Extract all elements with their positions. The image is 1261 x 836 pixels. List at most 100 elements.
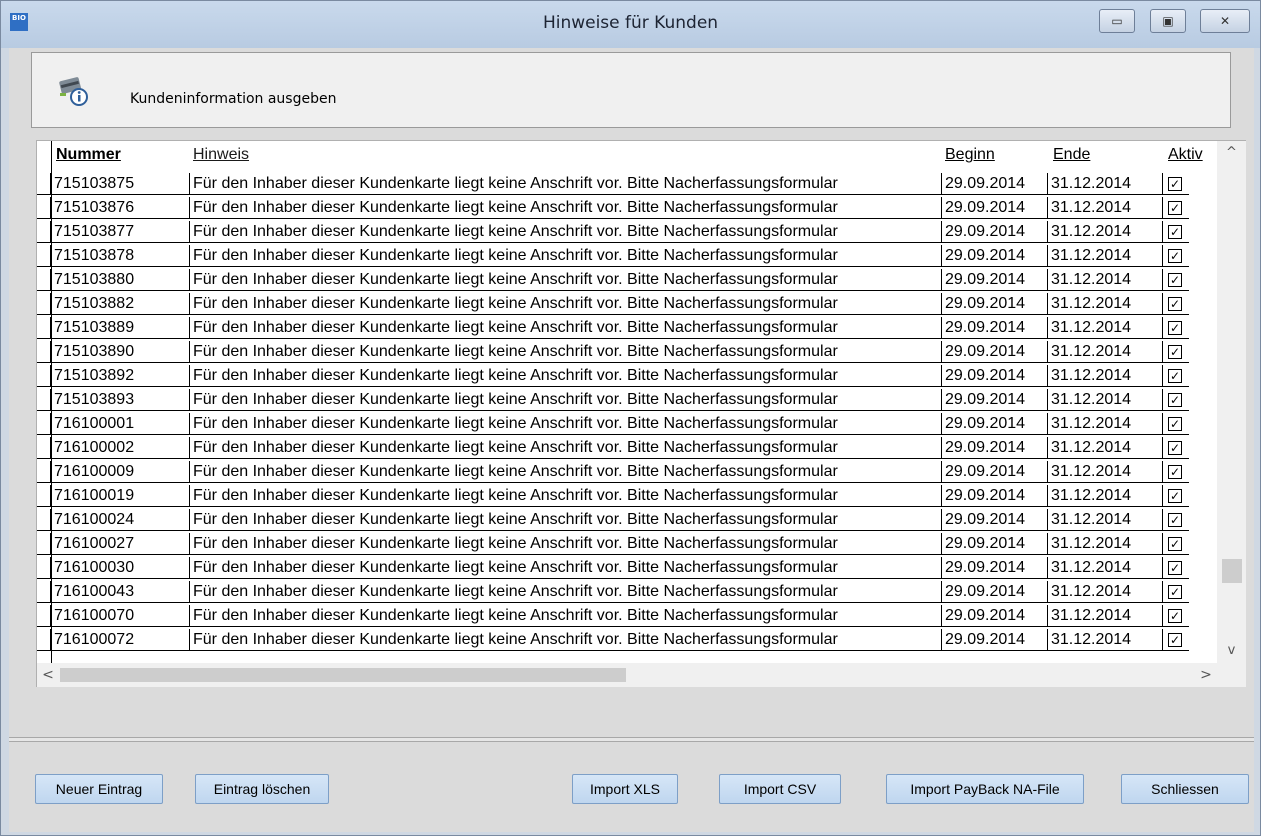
header-label: Kundeninformation ausgeben (130, 91, 337, 107)
table-row[interactable]: 715103875 Für den Inhaber dieser Kundenka… (37, 173, 1217, 195)
horizontal-scroll-thumb[interactable] (60, 668, 626, 682)
active-checkbox[interactable]: ✓ (1168, 273, 1182, 287)
cell-nummer: 716100070 (51, 605, 190, 627)
active-checkbox[interactable]: ✓ (1168, 633, 1182, 647)
import-xls-button[interactable]: Import XLS (572, 774, 678, 804)
scroll-down-icon[interactable]: v (1217, 639, 1246, 663)
column-header-aktiv[interactable]: Aktiv (1168, 145, 1203, 169)
column-header-beginn[interactable]: Beginn (945, 145, 995, 169)
table-row[interactable]: 716100024 Für den Inhaber dieser Kundenka… (37, 509, 1217, 531)
row-marker (37, 437, 51, 459)
active-checkbox[interactable]: ✓ (1168, 177, 1182, 191)
cell-beginn: 29.09.2014 (942, 293, 1048, 315)
cell-ende: 31.12.2014 (1048, 341, 1163, 363)
minimize-button[interactable]: ▭ (1099, 9, 1135, 33)
close-button[interactable]: Schliessen (1121, 774, 1249, 804)
scroll-right-icon[interactable]: > (1195, 663, 1217, 687)
new-entry-button[interactable]: Neuer Eintrag (35, 774, 163, 804)
row-marker (37, 629, 51, 651)
import-payback-button[interactable]: Import PayBack NA-File (886, 774, 1084, 804)
cell-nummer: 715103893 (51, 389, 190, 411)
cell-ende: 31.12.2014 (1048, 389, 1163, 411)
cell-aktiv: ✓ (1163, 437, 1189, 459)
cell-ende: 31.12.2014 (1048, 557, 1163, 579)
cell-hinweis: Für den Inhaber dieser Kundenkarte liegt… (190, 533, 942, 555)
column-header-ende[interactable]: Ende (1053, 145, 1090, 169)
cell-hinweis: Für den Inhaber dieser Kundenkarte liegt… (190, 485, 942, 507)
maximize-button[interactable]: ▣ (1150, 9, 1186, 33)
active-checkbox[interactable]: ✓ (1168, 345, 1182, 359)
close-window-button[interactable]: ✕ (1200, 9, 1250, 33)
cell-ende: 31.12.2014 (1048, 317, 1163, 339)
cell-aktiv: ✓ (1163, 557, 1189, 579)
table-row[interactable]: 715103878 Für den Inhaber dieser Kundenka… (37, 245, 1217, 267)
title-bar[interactable]: BIO Hinweise für Kunden ▭ ▣ ✕ (1, 1, 1260, 48)
active-checkbox[interactable]: ✓ (1168, 537, 1182, 551)
cell-beginn: 29.09.2014 (942, 461, 1048, 483)
active-checkbox[interactable]: ✓ (1168, 561, 1182, 575)
cell-beginn: 29.09.2014 (942, 509, 1048, 531)
active-checkbox[interactable]: ✓ (1168, 249, 1182, 263)
row-marker (37, 221, 51, 243)
cell-aktiv: ✓ (1163, 341, 1189, 363)
table-row[interactable]: 715103892 Für den Inhaber dieser Kundenka… (37, 365, 1217, 387)
delete-entry-button[interactable]: Eintrag löschen (195, 774, 329, 804)
cell-nummer: 715103876 (51, 197, 190, 219)
table-row[interactable]: 716100070 Für den Inhaber dieser Kundenka… (37, 605, 1217, 627)
active-checkbox[interactable]: ✓ (1168, 441, 1182, 455)
window-title: Hinweise für Kunden (542, 13, 719, 33)
table-row[interactable]: 715103893 Für den Inhaber dieser Kundenka… (37, 389, 1217, 411)
active-checkbox[interactable]: ✓ (1168, 465, 1182, 479)
active-checkbox[interactable]: ✓ (1168, 297, 1182, 311)
column-header-hinweis[interactable]: Hinweis (193, 145, 249, 169)
table-row[interactable]: 716100072 Für den Inhaber dieser Kundenka… (37, 629, 1217, 651)
header-panel: Kundeninformation ausgeben (31, 52, 1231, 128)
table-row[interactable]: 716100027 Für den Inhaber dieser Kundenka… (37, 533, 1217, 555)
table-row[interactable]: 716100002 Für den Inhaber dieser Kundenka… (37, 437, 1217, 459)
vertical-scrollbar[interactable]: ^ v (1217, 141, 1246, 663)
cell-beginn: 29.09.2014 (942, 437, 1048, 459)
scroll-up-icon[interactable]: ^ (1217, 141, 1246, 165)
table-row[interactable]: 716100009 Für den Inhaber dieser Kundenka… (37, 461, 1217, 483)
scroll-left-icon[interactable]: < (37, 663, 59, 687)
table-row[interactable]: 715103880 Für den Inhaber dieser Kundenka… (37, 269, 1217, 291)
cell-aktiv: ✓ (1163, 581, 1189, 603)
table-row[interactable]: 715103876 Für den Inhaber dieser Kundenka… (37, 197, 1217, 219)
row-marker (37, 173, 51, 195)
cell-nummer: 716100027 (51, 533, 190, 555)
cell-ende: 31.12.2014 (1048, 269, 1163, 291)
table-row[interactable]: 715103890 Für den Inhaber dieser Kundenka… (37, 341, 1217, 363)
active-checkbox[interactable]: ✓ (1168, 321, 1182, 335)
table-row[interactable]: 715103882 Für den Inhaber dieser Kundenka… (37, 293, 1217, 315)
cell-aktiv: ✓ (1163, 605, 1189, 627)
vertical-scroll-thumb[interactable] (1222, 559, 1242, 583)
active-checkbox[interactable]: ✓ (1168, 369, 1182, 383)
cell-ende: 31.12.2014 (1048, 173, 1163, 195)
cell-ende: 31.12.2014 (1048, 365, 1163, 387)
table-row[interactable]: 715103889 Für den Inhaber dieser Kundenka… (37, 317, 1217, 339)
active-checkbox[interactable]: ✓ (1168, 417, 1182, 431)
table-row[interactable]: 716100019 Für den Inhaber dieser Kundenka… (37, 485, 1217, 507)
active-checkbox[interactable]: ✓ (1168, 393, 1182, 407)
active-checkbox[interactable]: ✓ (1168, 225, 1182, 239)
cell-aktiv: ✓ (1163, 389, 1189, 411)
table-row[interactable]: 716100001 Für den Inhaber dieser Kundenka… (37, 413, 1217, 435)
table-row[interactable]: 715103877 Für den Inhaber dieser Kundenka… (37, 221, 1217, 243)
cell-hinweis: Für den Inhaber dieser Kundenkarte liegt… (190, 629, 942, 651)
cell-nummer: 715103889 (51, 317, 190, 339)
cell-aktiv: ✓ (1163, 461, 1189, 483)
active-checkbox[interactable]: ✓ (1168, 489, 1182, 503)
cell-hinweis: Für den Inhaber dieser Kundenkarte liegt… (190, 317, 942, 339)
horizontal-scrollbar[interactable]: < > (37, 663, 1217, 687)
cell-nummer: 716100009 (51, 461, 190, 483)
active-checkbox[interactable]: ✓ (1168, 609, 1182, 623)
column-header-nummer[interactable]: Nummer (56, 145, 121, 169)
active-checkbox[interactable]: ✓ (1168, 585, 1182, 599)
active-checkbox[interactable]: ✓ (1168, 201, 1182, 215)
active-checkbox[interactable]: ✓ (1168, 513, 1182, 527)
table-row[interactable]: 716100043 Für den Inhaber dieser Kundenka… (37, 581, 1217, 603)
import-csv-button[interactable]: Import CSV (719, 774, 841, 804)
table-row[interactable]: 716100030 Für den Inhaber dieser Kundenka… (37, 557, 1217, 579)
cell-beginn: 29.09.2014 (942, 269, 1048, 291)
cell-ende: 31.12.2014 (1048, 437, 1163, 459)
